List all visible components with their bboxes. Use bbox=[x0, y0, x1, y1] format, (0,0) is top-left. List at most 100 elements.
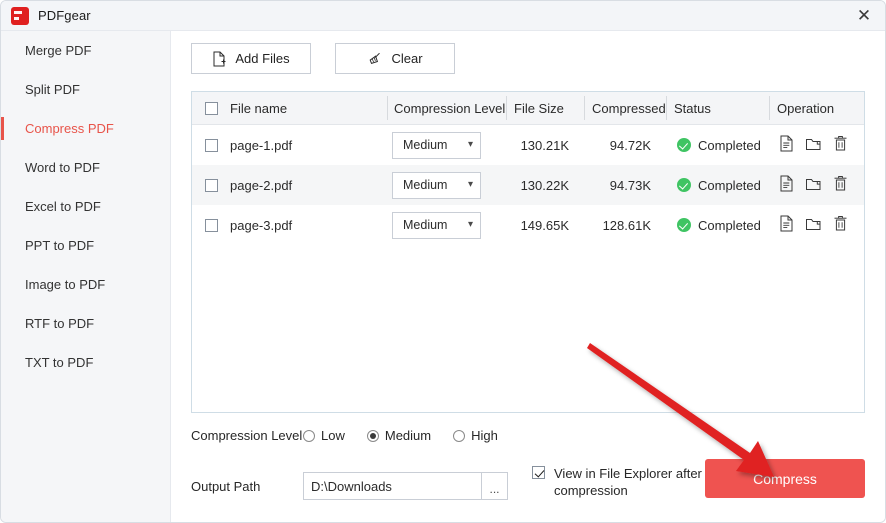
cell-file-name: page-3.pdf bbox=[230, 217, 293, 233]
select-all-cell bbox=[192, 101, 230, 115]
output-path-input[interactable] bbox=[303, 472, 481, 500]
clear-button[interactable]: Clear bbox=[335, 43, 455, 74]
select-all-checkbox[interactable] bbox=[204, 101, 218, 115]
sidebar-item-label: Merge PDF bbox=[25, 43, 92, 58]
sidebar-item-image-to-pdf[interactable]: Image to PDF bbox=[1, 265, 170, 304]
cell-operation bbox=[770, 175, 864, 195]
compression-level-value: Medium bbox=[403, 178, 448, 192]
chevron-down-icon: ▾ bbox=[467, 179, 473, 190]
row-select-cell bbox=[192, 178, 230, 192]
view-in-explorer-checkbox[interactable] bbox=[532, 466, 545, 479]
table-row[interactable]: page-1.pdf Medium ▾ 130.21K 94.72K Compl… bbox=[192, 125, 864, 165]
cell-file-size: 130.21K bbox=[520, 137, 569, 153]
compression-level-select[interactable]: Medium ▾ bbox=[392, 171, 481, 199]
cell-compression-level: Medium ▾ bbox=[388, 131, 507, 159]
delete-trash-icon[interactable] bbox=[833, 175, 848, 195]
main-content: Add Files Clear File name Compression Le… bbox=[172, 32, 885, 522]
delete-trash-icon[interactable] bbox=[833, 135, 848, 155]
preview-document-icon[interactable] bbox=[779, 215, 794, 235]
sidebar-item-txt-to-pdf[interactable]: TXT to PDF bbox=[1, 343, 170, 382]
radio-circle-icon bbox=[453, 429, 466, 442]
cell-file-name: page-1.pdf bbox=[230, 137, 293, 153]
sidebar-item-label: Word to PDF bbox=[25, 160, 100, 175]
column-divider bbox=[666, 96, 667, 120]
sidebar-item-label: Excel to PDF bbox=[25, 199, 101, 214]
radio-low[interactable]: Low bbox=[303, 428, 345, 443]
cell-file-size: 149.65K bbox=[520, 217, 569, 233]
broom-icon bbox=[367, 51, 383, 67]
column-divider bbox=[387, 96, 388, 120]
compression-level-label: Compression Level bbox=[191, 428, 303, 443]
preview-document-icon[interactable] bbox=[779, 175, 794, 195]
column-header-status: Status bbox=[674, 100, 711, 116]
cell-compressed-size: 94.73K bbox=[609, 177, 651, 193]
output-path-label: Output Path bbox=[191, 478, 261, 494]
compression-level-select[interactable]: Medium ▾ bbox=[392, 131, 481, 159]
column-header-file-size: File Size bbox=[514, 100, 564, 116]
sidebar-item-label: RTF to PDF bbox=[25, 316, 95, 331]
row-checkbox[interactable] bbox=[204, 218, 218, 232]
file-table: File name Compression Level File Size Co… bbox=[191, 91, 865, 413]
column-divider bbox=[584, 96, 585, 120]
radio-medium[interactable]: Medium bbox=[366, 428, 431, 443]
cell-compressed-size: 128.61K bbox=[602, 217, 651, 233]
cell-status: Completed bbox=[667, 218, 770, 233]
radio-circle-icon bbox=[303, 429, 315, 442]
compression-level-value: Medium bbox=[403, 138, 448, 152]
file-plus-icon bbox=[212, 51, 227, 67]
sidebar-item-label: Image to PDF bbox=[25, 277, 106, 292]
status-label: Completed bbox=[698, 137, 761, 153]
open-folder-icon[interactable] bbox=[805, 136, 822, 155]
column-divider bbox=[506, 96, 507, 120]
sidebar-item-excel-to-pdf[interactable]: Excel to PDF bbox=[1, 187, 170, 226]
cell-file-name: page-2.pdf bbox=[230, 177, 293, 193]
column-divider bbox=[769, 96, 770, 120]
cell-operation bbox=[770, 135, 864, 155]
column-header-compression-level: Compression Level bbox=[394, 100, 506, 116]
pdfgear-window: PDFgear ✕ Merge PDF Split PDF Compress P… bbox=[0, 0, 886, 523]
table-row[interactable]: page-3.pdf Medium ▾ 149.65K 128.61K Comp… bbox=[192, 205, 864, 245]
sidebar-item-split-pdf[interactable]: Split PDF bbox=[1, 70, 170, 109]
toolbar: Add Files Clear bbox=[191, 43, 455, 74]
row-checkbox[interactable] bbox=[204, 178, 218, 192]
sidebar-item-merge-pdf[interactable]: Merge PDF bbox=[1, 31, 170, 70]
cell-compression-level: Medium ▾ bbox=[388, 171, 507, 199]
table-row[interactable]: page-2.pdf Medium ▾ 130.22K 94.73K Compl… bbox=[192, 165, 864, 205]
column-header-compressed-size: Compressed S bbox=[592, 100, 667, 116]
view-in-explorer-label: View in File Explorer after compression bbox=[554, 466, 702, 498]
status-label: Completed bbox=[698, 217, 761, 233]
compress-button[interactable]: Compress bbox=[705, 459, 865, 498]
sidebar-item-rtf-to-pdf[interactable]: RTF to PDF bbox=[1, 304, 170, 343]
output-path-group: Output Path ... bbox=[191, 472, 508, 500]
delete-trash-icon[interactable] bbox=[833, 215, 848, 235]
row-select-cell bbox=[192, 218, 230, 232]
radio-high[interactable]: High bbox=[453, 428, 498, 443]
radio-label: Low bbox=[321, 428, 345, 443]
row-checkbox[interactable] bbox=[204, 138, 218, 152]
sidebar: Merge PDF Split PDF Compress PDF Word to… bbox=[1, 31, 171, 522]
cell-status: Completed bbox=[667, 138, 770, 153]
add-files-label: Add Files bbox=[235, 51, 290, 66]
cell-compression-level: Medium ▾ bbox=[388, 211, 507, 239]
pdfgear-logo-icon bbox=[11, 6, 29, 25]
compression-level-group: Compression Level Low Medium High bbox=[191, 428, 520, 443]
view-in-explorer-checkbox-group[interactable]: View in File Explorer after compression bbox=[532, 466, 712, 499]
sidebar-item-compress-pdf[interactable]: Compress PDF bbox=[1, 109, 170, 148]
preview-document-icon[interactable] bbox=[779, 135, 794, 155]
sidebar-item-ppt-to-pdf[interactable]: PPT to PDF bbox=[1, 226, 170, 265]
title-bar: PDFgear ✕ bbox=[1, 1, 885, 31]
check-circle-icon bbox=[677, 178, 691, 192]
open-folder-icon[interactable] bbox=[805, 176, 822, 195]
chevron-down-icon: ▾ bbox=[467, 139, 473, 150]
open-folder-icon[interactable] bbox=[805, 216, 822, 235]
sidebar-item-word-to-pdf[interactable]: Word to PDF bbox=[1, 148, 170, 187]
compression-level-select[interactable]: Medium ▾ bbox=[392, 211, 481, 239]
close-icon[interactable]: ✕ bbox=[841, 1, 885, 31]
table-header: File name Compression Level File Size Co… bbox=[192, 92, 864, 125]
cell-compressed-size: 94.72K bbox=[609, 137, 651, 153]
column-header-operation: Operation bbox=[777, 100, 835, 116]
add-files-button[interactable]: Add Files bbox=[191, 43, 311, 74]
browse-folder-button[interactable]: ... bbox=[481, 472, 508, 500]
sidebar-item-label: Compress PDF bbox=[25, 121, 114, 136]
cell-status: Completed bbox=[667, 178, 770, 193]
